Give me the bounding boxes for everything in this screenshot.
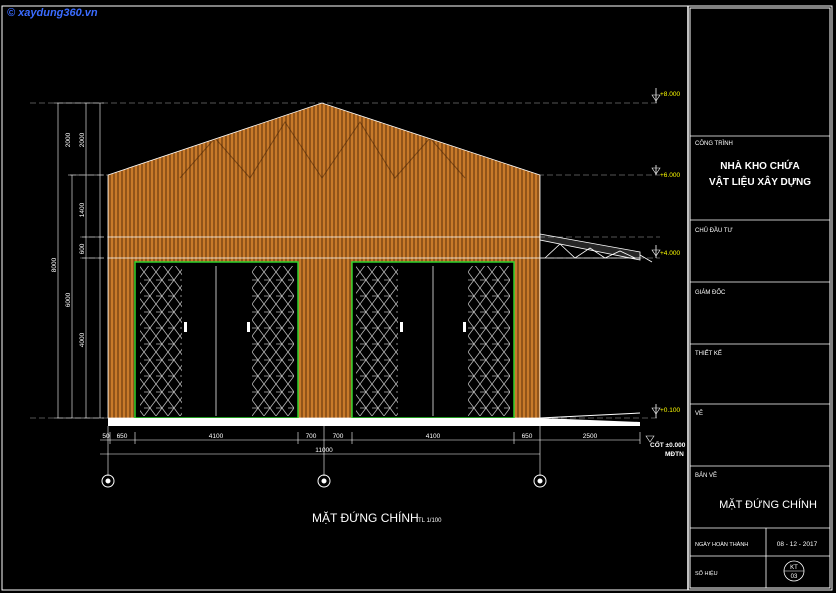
level-marker-6000: +6.000 — [651, 165, 680, 179]
date-label: NGÀY HOÀN THÀNH — [695, 541, 748, 548]
sheet-number-badge: KT 03 — [783, 560, 805, 582]
bottom-dimensions — [100, 426, 641, 476]
date-value: 08 - 12 - 2017 — [777, 541, 818, 548]
owner-label: CHỦ ĐẦU TƯ — [695, 227, 733, 234]
svg-text:+4.000: +4.000 — [660, 250, 680, 257]
sheet-label: BẢN VẼ — [695, 472, 717, 479]
ground-level-marker: CỐT ±0.000 MĐTN — [645, 435, 686, 458]
svg-text:MĐTN: MĐTN — [665, 451, 684, 458]
project-name-line-2: VẬT LIỆU XÂY DỰNG — [709, 175, 811, 188]
dim-bottom-2: 650 — [117, 433, 128, 440]
svg-text:+6.000: +6.000 — [660, 172, 680, 179]
svg-text:KT: KT — [790, 565, 798, 571]
project-name-line-1: NHÀ KHO CHỨA — [720, 159, 799, 172]
director-label: GIÁM ĐỐC — [695, 289, 726, 296]
dim-bottom-7: 650 — [522, 433, 533, 440]
dim-bottom-3: 4100 — [209, 433, 224, 440]
grid-axis-markers — [101, 474, 547, 488]
sheet-name: MẶT ĐỨNG CHÍNH — [719, 498, 817, 511]
dim-left-outer-1: 2000 — [79, 132, 86, 147]
dim-left-inner-1: 2000 — [65, 132, 72, 147]
dim-bottom-1: 50 — [102, 433, 110, 440]
svg-text:+0.100: +0.100 — [660, 407, 680, 414]
elevation-drawing: © xaydung360.vn 8000 2000 6000 2000 1400… — [1, 5, 833, 591]
level-marker-4000: +4.000 — [651, 245, 680, 258]
ground-slab — [108, 418, 640, 426]
dim-left-inner-2: 6000 — [65, 292, 72, 307]
svg-text:CỐT ±0.000: CỐT ±0.000 — [650, 439, 686, 449]
project-label: CÔNG TRÌNH — [695, 140, 733, 147]
dim-left-outer-4: 4000 — [79, 332, 86, 347]
left-dimensions — [54, 102, 104, 419]
number-label: SỐ HIỆU — [695, 569, 718, 577]
draw-label: VẼ — [695, 410, 703, 417]
dim-bottom-8: 2500 — [583, 433, 598, 440]
svg-text:+8.000: +8.000 — [660, 91, 680, 98]
elevation-title: MẶT ĐỨNG CHÍNH — [312, 510, 419, 525]
dim-left-total: 8000 — [51, 257, 58, 272]
cad-drawing: © xaydung360.vn 8000 2000 6000 2000 1400… — [0, 0, 836, 593]
level-marker-0100: +0.100 — [651, 404, 680, 418]
watermark-text: © xaydung360.vn — [7, 7, 98, 19]
dim-left-outer-3: 600 — [79, 243, 86, 254]
door-left — [134, 261, 299, 419]
side-canopy — [539, 233, 653, 263]
design-label: THIẾT KẾ — [695, 350, 722, 357]
level-marker-8000: +8.000 — [651, 88, 680, 103]
dim-total: 11000 — [315, 447, 333, 454]
ground-slope — [539, 412, 641, 419]
dim-bottom-6: 4100 — [426, 433, 441, 440]
svg-text:03: 03 — [791, 574, 798, 580]
dim-left-outer-2: 1400 — [79, 202, 86, 217]
title-block-rows — [690, 135, 830, 588]
elevation-scale: TL 1/100 — [418, 518, 442, 524]
dim-bottom-4: 700 — [306, 433, 317, 440]
dim-bottom-5: 700 — [333, 433, 344, 440]
door-right — [351, 261, 515, 419]
